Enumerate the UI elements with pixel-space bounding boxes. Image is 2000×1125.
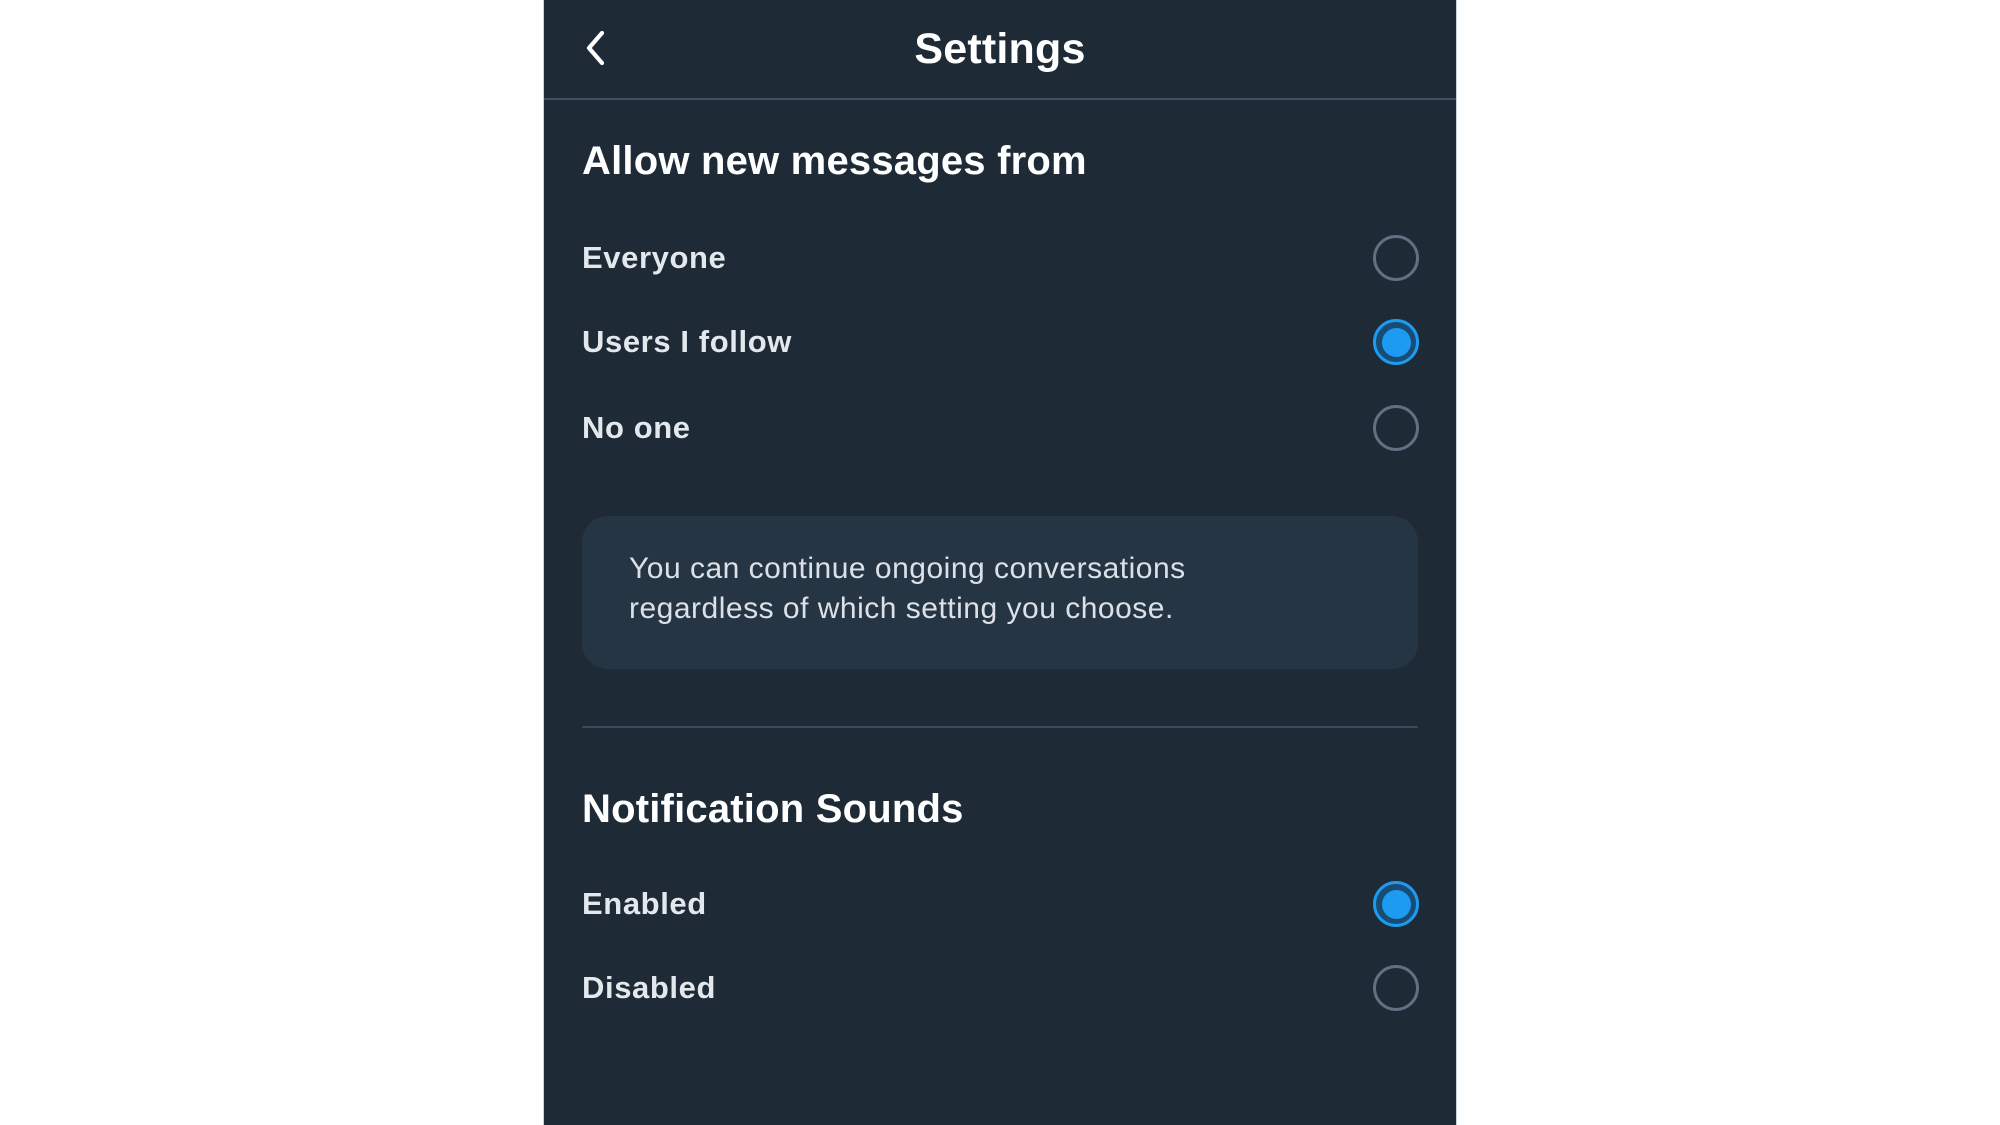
info-text-line-1: You can continue ongoing conversations: [629, 552, 1186, 585]
option-label: No one: [582, 410, 691, 445]
radio-button[interactable]: [1373, 405, 1419, 451]
settings-panel: Settings Allow new messages from Everyon…: [544, 0, 1456, 1125]
option-disabled[interactable]: Disabled: [582, 958, 1419, 1018]
option-no-one[interactable]: No one: [582, 398, 1419, 458]
header-bar: Settings: [544, 0, 1456, 100]
option-label: Disabled: [582, 970, 717, 1005]
radio-button[interactable]: [1373, 881, 1419, 927]
radio-button[interactable]: [1373, 319, 1419, 365]
section-heading-notification-sounds: Notification Sounds: [582, 787, 964, 831]
option-users-i-follow[interactable]: Users I follow: [582, 312, 1419, 372]
radio-button[interactable]: [1373, 965, 1419, 1011]
page-title: Settings: [914, 25, 1086, 73]
section-heading-allow-messages: Allow new messages from: [582, 139, 1087, 183]
option-label: Everyone: [582, 240, 727, 275]
option-label: Users I follow: [582, 324, 792, 359]
radio-button[interactable]: [1373, 235, 1419, 281]
radio-dot: [1381, 889, 1411, 919]
info-box: You can continue ongoing conversations r…: [582, 516, 1418, 669]
info-text-line-2: regardless of which setting you choose.: [629, 592, 1174, 625]
option-label: Enabled: [582, 886, 707, 921]
radio-dot: [1381, 327, 1411, 357]
option-everyone[interactable]: Everyone: [582, 228, 1419, 288]
section-divider: [582, 726, 1418, 728]
option-enabled[interactable]: Enabled: [582, 874, 1419, 934]
